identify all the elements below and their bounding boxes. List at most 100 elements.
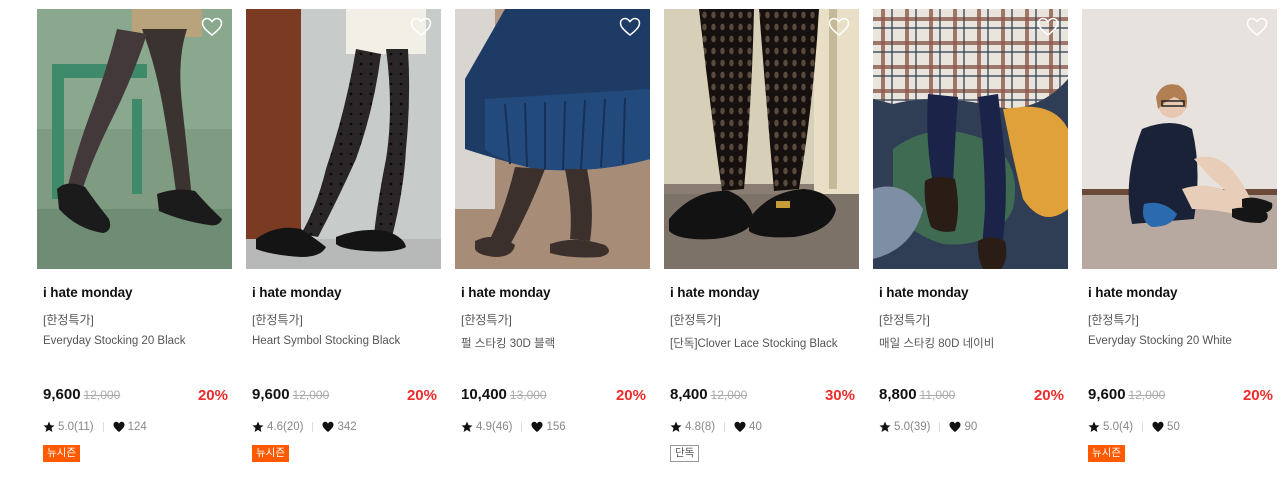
divider — [1142, 422, 1144, 432]
heart-filled-icon — [113, 421, 125, 432]
heart-outline-icon — [619, 17, 641, 36]
product-card[interactable]: i hate monday [한정특가] Everyday Stocking 2… — [1082, 9, 1277, 479]
brand-name[interactable]: i hate monday — [1088, 285, 1178, 300]
promo-label: [한정특가] — [670, 313, 721, 327]
like-count: 90 — [964, 421, 978, 433]
original-price: 12,000 — [710, 388, 748, 402]
star-icon — [252, 421, 264, 432]
heart-filled-icon — [322, 421, 334, 432]
divider — [939, 422, 941, 432]
wishlist-button[interactable] — [201, 17, 223, 37]
like-count: 156 — [546, 421, 566, 433]
rating-text: 5.0(39) — [894, 421, 931, 433]
wishlist-button[interactable] — [1246, 17, 1268, 37]
rating-text: 4.9(46) — [476, 421, 513, 433]
product-name[interactable]: 펄 스타킹 30D 블랙 — [461, 335, 555, 351]
wishlist-button[interactable] — [619, 17, 641, 37]
rating-text: 4.6(20) — [267, 421, 304, 433]
star-icon — [1088, 421, 1100, 432]
star-icon — [670, 421, 682, 432]
brand-name[interactable]: i hate monday — [252, 285, 342, 300]
sale-price: 9,600 — [43, 386, 81, 403]
sale-price: 10,400 — [461, 386, 507, 403]
new-season-badge: 뉴시즌 — [43, 445, 80, 462]
heart-filled-icon — [1152, 421, 1164, 432]
star-icon — [43, 421, 55, 432]
promo-label: [한정특가] — [461, 313, 512, 327]
brand-name[interactable]: i hate monday — [670, 285, 760, 300]
like-count: 50 — [1167, 421, 1180, 433]
heart-filled-icon — [531, 421, 543, 432]
product-image[interactable] — [1082, 9, 1277, 269]
discount-rate: 20% — [1033, 387, 1064, 404]
original-price: 11,000 — [919, 388, 956, 402]
like-count: 124 — [127, 421, 147, 433]
like-count: 342 — [337, 421, 357, 433]
exclusive-badge: 단독 — [670, 445, 700, 462]
product-image[interactable] — [873, 9, 1068, 269]
review-stats: 5.0(11) 124 — [43, 421, 147, 433]
heart-outline-icon — [1246, 17, 1268, 36]
brand-name[interactable]: i hate monday — [879, 285, 969, 300]
heart-outline-icon — [828, 17, 850, 36]
product-card[interactable]: i hate monday [한정특가] Everyday Stocking 2… — [37, 9, 232, 479]
product-name[interactable]: Everyday Stocking 20 Black — [43, 335, 186, 347]
discount-rate: 20% — [1242, 387, 1273, 404]
product-image[interactable] — [246, 9, 441, 269]
discount-rate: 30% — [824, 387, 855, 404]
wishlist-button[interactable] — [828, 17, 850, 37]
wishlist-button[interactable] — [410, 17, 432, 37]
review-stats: 4.8(8) 40 — [670, 421, 762, 433]
promo-label: [한정특가] — [879, 313, 930, 327]
divider — [312, 422, 314, 432]
price-row: 8,400 12,000 30% — [670, 386, 855, 406]
sale-price: 8,400 — [670, 386, 708, 403]
product-name[interactable]: Everyday Stocking 20 White — [1088, 335, 1232, 347]
divider — [102, 422, 104, 432]
product-card[interactable]: i hate monday [한정특가] Heart Symbol Stocki… — [246, 9, 441, 479]
product-name[interactable]: 매일 스타킹 80D 네이비 — [879, 335, 994, 351]
new-season-badge: 뉴시즌 — [1088, 445, 1125, 462]
sale-price: 9,600 — [252, 386, 290, 403]
discount-rate: 20% — [615, 387, 646, 404]
product-card[interactable]: i hate monday [한정특가] 펄 스타킹 30D 블랙 10,400… — [455, 9, 650, 479]
product-image[interactable] — [455, 9, 650, 269]
new-season-badge: 뉴시즌 — [252, 445, 289, 462]
promo-label: [한정특가] — [43, 313, 94, 327]
product-image[interactable] — [37, 9, 232, 269]
product-card[interactable]: i hate monday [한정특가] [단독]Clover Lace Sto… — [664, 9, 859, 479]
price-row: 10,400 13,000 20% — [461, 386, 646, 406]
like-count: 40 — [749, 421, 762, 433]
original-price: 13,000 — [509, 388, 547, 402]
heart-outline-icon — [410, 17, 432, 36]
wishlist-button[interactable] — [1037, 17, 1059, 37]
price-row: 8,800 11,000 20% — [879, 386, 1064, 406]
rating-text: 4.8(8) — [685, 421, 716, 433]
product-name[interactable]: Heart Symbol Stocking Black — [252, 335, 400, 347]
product-image[interactable] — [664, 9, 859, 269]
product-grid: i hate monday [한정특가] Everyday Stocking 2… — [37, 9, 1284, 494]
rating-text: 5.0(11) — [58, 421, 94, 433]
product-card[interactable]: i hate monday [한정특가] 매일 스타킹 80D 네이비 8,80… — [873, 9, 1068, 479]
review-stats: 5.0(4) 50 — [1088, 421, 1180, 433]
discount-rate: 20% — [197, 387, 228, 404]
review-stats: 4.9(46) 156 — [461, 421, 566, 433]
promo-label: [한정특가] — [1088, 313, 1139, 327]
divider — [521, 422, 523, 432]
sale-price: 9,600 — [1088, 386, 1126, 403]
original-price: 12,000 — [1128, 388, 1166, 402]
product-name[interactable]: [단독]Clover Lace Stocking Black — [670, 335, 838, 351]
original-price: 12,000 — [292, 388, 330, 402]
original-price: 12,000 — [83, 388, 121, 402]
sale-price: 8,800 — [879, 386, 917, 403]
promo-label: [한정특가] — [252, 313, 303, 327]
price-row: 9,600 12,000 20% — [252, 386, 437, 406]
brand-name[interactable]: i hate monday — [43, 285, 133, 300]
star-icon — [461, 421, 473, 432]
heart-outline-icon — [201, 17, 223, 36]
brand-name[interactable]: i hate monday — [461, 285, 551, 300]
review-stats: 4.6(20) 342 — [252, 421, 357, 433]
heart-outline-icon — [1037, 17, 1059, 36]
heart-filled-icon — [949, 421, 961, 432]
heart-filled-icon — [734, 421, 746, 432]
